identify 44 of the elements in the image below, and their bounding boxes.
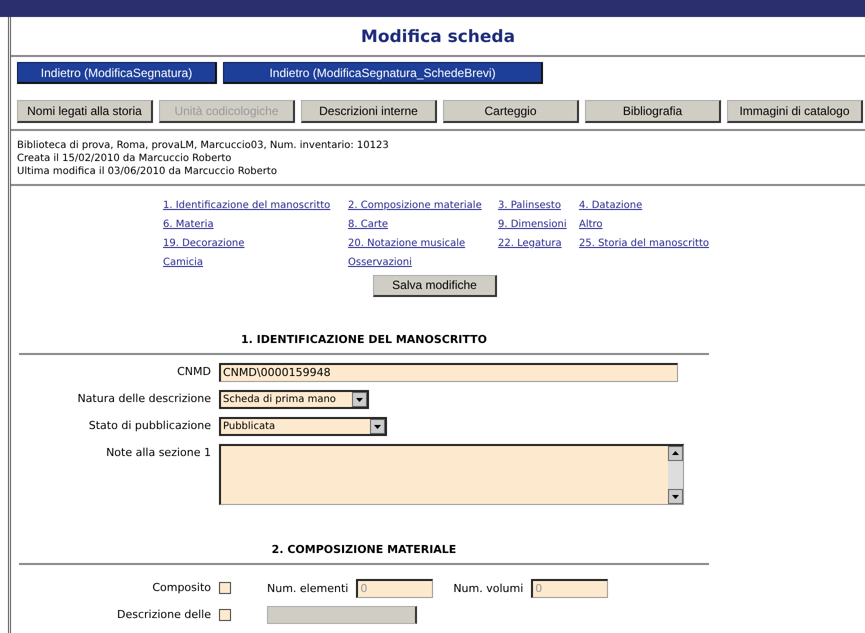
select-field[interactable]: Pubblicata [219,416,387,436]
tab-button[interactable]: Immagini di catalogo [727,100,863,123]
section-link[interactable]: 9. Dimensioni [498,219,567,230]
scroll-up-icon [668,446,683,460]
field-label: Note alla sezione 1 [105,444,211,458]
checkbox[interactable] [219,608,231,620]
save-button[interactable]: Salva modifiche [373,274,497,296]
tab-button[interactable]: Carteggio [443,100,579,123]
tab-button[interactable]: Nomi legati alla storia [17,100,153,123]
field-label: Stato di pubblicazione [88,418,211,432]
section-link[interactable]: 2. Composizione materiale [348,200,482,211]
section-link[interactable]: Camicia [163,257,204,268]
record-info: Creata il 15/02/2010 da Marcuccio Roberto [17,152,232,165]
page-title: Modifica scheda [360,26,516,49]
select-field[interactable]: Scheda di prima mano [219,390,369,408]
section-heading: 2. COMPOSIZIONE MATERIALE [19,542,709,564]
section-link[interactable]: 25. Storia del manoscritto [579,238,710,249]
field-label: CNMD [176,364,211,378]
scroll-down-icon [668,488,683,504]
notes-field[interactable] [219,444,684,504]
section-link[interactable]: 19. Decorazione [163,238,244,249]
section-link[interactable]: 20. Notazione musicale [348,238,466,249]
section-heading: 1. IDENTIFICAZIONE DEL MANOSCRITTO [19,332,709,354]
checkbox[interactable] [219,582,231,594]
section-link[interactable]: 4. Datazione [579,200,642,211]
record-info: Biblioteca di prova, Roma, provaLM, Marcuccio03, Num. inventario: 10123 [17,139,390,152]
section-link[interactable]: Altro [579,219,603,230]
field-label: Num. volumi [453,582,524,594]
tab-button[interactable]: Descrizioni interne [301,100,437,123]
record-info: Ultima modifica il 03/06/2010 da Marcuccio Roberto [17,165,278,178]
field-label: Natura delle descrizione [76,390,211,404]
cnmd-field[interactable]: CNMD\0000159948 [219,362,678,382]
back-button[interactable]: Indietro (ModificaSegnatura_SchedeBrevi) [223,62,543,84]
section-link[interactable]: 8. Carte [348,219,388,230]
tab-button[interactable]: Bibliografia [585,100,721,123]
section-link[interactable]: Osservazioni [348,257,412,268]
field-label: Composito [151,580,211,594]
section-link[interactable]: 1. Identificazione del manoscritto [163,200,330,211]
section-link[interactable]: 6. Materia [163,219,214,230]
field-label: Descrizione delle [116,606,211,620]
back-button[interactable]: Indietro (ModificaSegnatura) [17,62,217,84]
section-link[interactable]: 22. Legatura [498,238,562,249]
section-link[interactable]: 3. Palinsesto [498,200,561,211]
field-label: Num. elementi [267,582,348,594]
